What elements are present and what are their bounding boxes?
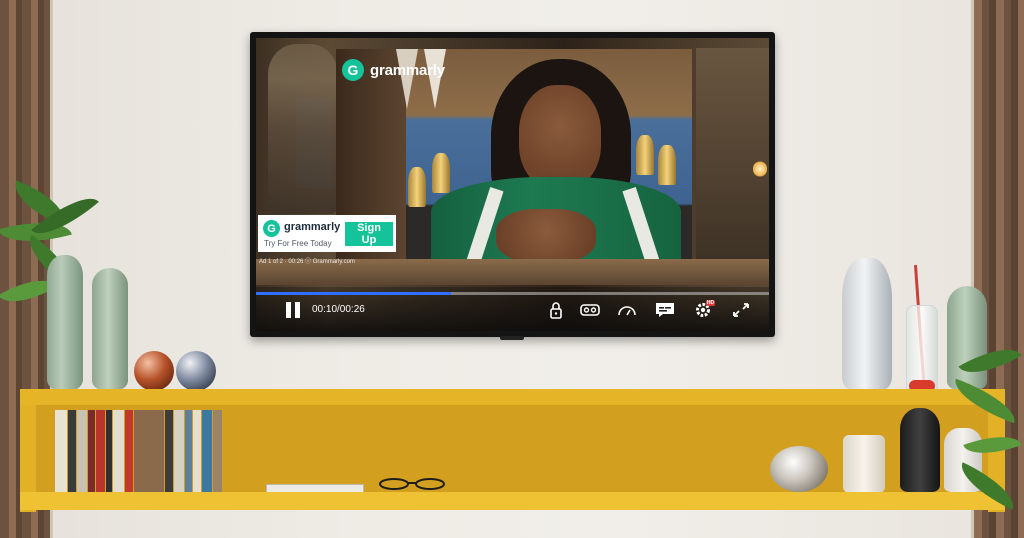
trophy: [432, 153, 450, 193]
subtitles-icon[interactable]: [654, 301, 676, 319]
brand-name: grammarly: [370, 61, 445, 79]
vase-left-1: [47, 255, 83, 390]
eyeglasses: [379, 478, 445, 490]
candle-light: [753, 160, 767, 178]
ad-info-text[interactable]: Ad 1 of 2 · 00:26 ⓘ Grammarly.com: [259, 256, 355, 265]
lock-icon[interactable]: [545, 301, 567, 319]
sign-up-button[interactable]: Sign Up: [345, 222, 393, 246]
hd-badge: HD: [706, 300, 715, 306]
grammarly-logo-icon: G: [342, 59, 364, 81]
vr-headset-icon[interactable]: [579, 301, 601, 319]
speedometer-icon[interactable]: [616, 301, 638, 319]
mirror-bowl: [770, 446, 828, 492]
ceramic-jar: [843, 435, 885, 493]
chrome-sphere: [176, 351, 216, 391]
progress-fill: [256, 292, 451, 295]
shelf-top: [20, 389, 1005, 405]
ad-tagline: Try For Free Today: [264, 239, 332, 248]
book-stack: [55, 410, 223, 493]
fullscreen-icon[interactable]: [730, 301, 752, 319]
glass-vase: [906, 305, 938, 395]
video-player[interactable]: G grammarly G grammarly Try For Free Tod…: [256, 38, 769, 331]
time-display: 00:10/00:26: [312, 304, 365, 315]
copper-sphere: [134, 351, 174, 391]
cat-figurine: [842, 258, 892, 390]
actor-hands: [496, 209, 596, 263]
tv-sensor: [500, 336, 524, 340]
ad-companion-card[interactable]: G grammarly Try For Free Today Sign Up: [258, 215, 396, 252]
knight-background: [268, 44, 338, 214]
actor-face: [519, 85, 601, 189]
trophy: [636, 135, 654, 175]
plant-right: [948, 336, 1024, 538]
trophy: [658, 145, 676, 185]
black-vase: [900, 408, 940, 492]
grammarly-logo-icon: G: [263, 220, 280, 237]
brand-logo: G grammarly: [342, 59, 445, 81]
trophy: [408, 167, 426, 207]
vase-left-2: [92, 268, 128, 390]
shelf-bottom: [20, 492, 1005, 510]
ad-brand-name: grammarly: [284, 221, 341, 233]
pause-button[interactable]: [286, 302, 300, 318]
progress-bar[interactable]: [256, 292, 769, 295]
